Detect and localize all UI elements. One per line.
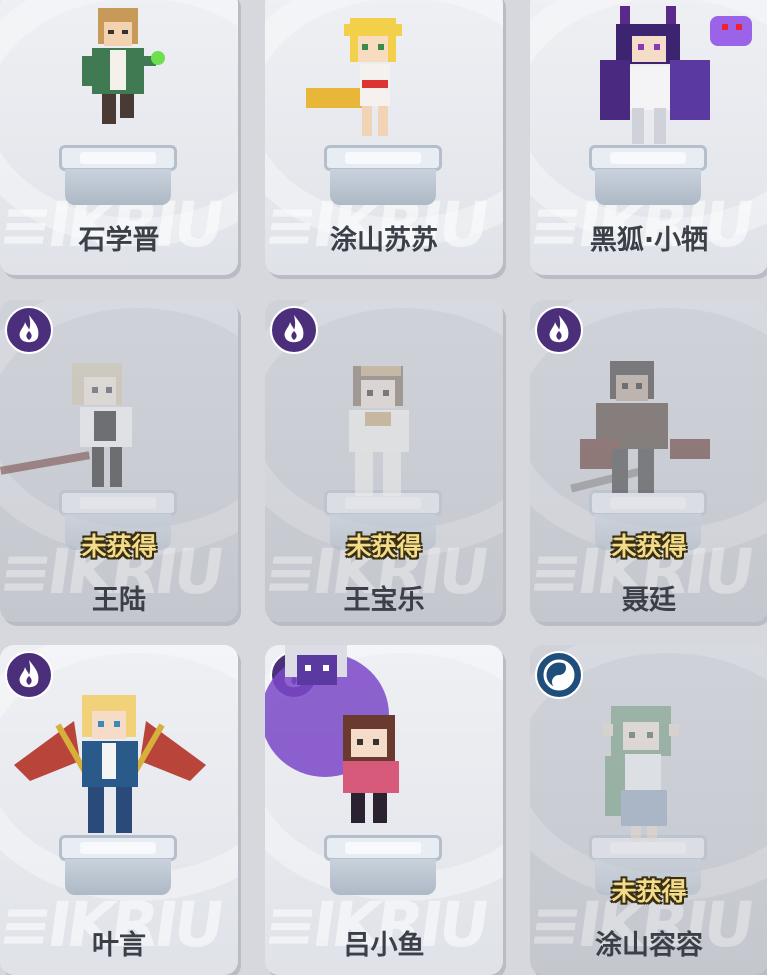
- character-name: 王宝乐: [343, 585, 425, 616]
- fire-icon: [535, 306, 583, 354]
- character-name: 叶言: [92, 930, 146, 961]
- locked-label: 未获得: [611, 532, 687, 561]
- fire-icon: [5, 306, 53, 354]
- water-icon: [535, 651, 583, 699]
- character-name: 黑狐·小牺: [589, 225, 709, 256]
- character-card-heihu-xiaoxi[interactable]: ≡IKRIU 黑狐·小牺: [530, 0, 767, 275]
- character-grid: ≡IKRIU 石学晋 ≡IKRIU 涂山苏苏 ≡IKRIU 黑狐·小牺 ≡IKR…: [0, 0, 767, 975]
- locked-label: 未获得: [346, 532, 422, 561]
- character-card-shixuejin[interactable]: ≡IKRIU 石学晋: [0, 0, 238, 275]
- character-name: 涂山容容: [595, 930, 703, 961]
- character-sprite: [600, 6, 752, 144]
- character-sprite: [603, 706, 679, 842]
- character-sprite: [265, 645, 399, 823]
- character-card-lvxiaoyu[interactable]: ≡IKRIU 吕小鱼: [265, 645, 503, 975]
- character-card-tushansusu[interactable]: ≡IKRIU 涂山苏苏: [265, 0, 503, 275]
- character-name: 涂山苏苏: [330, 225, 438, 256]
- locked-label: 未获得: [81, 532, 157, 561]
- character-card-wangbaole[interactable]: ≡IKRIU 未获得 王宝乐: [265, 300, 503, 622]
- character-sprite: [349, 366, 409, 496]
- character-card-yeyan[interactable]: ≡IKRIU 叶言: [0, 645, 238, 975]
- character-name: 吕小鱼: [343, 930, 425, 961]
- character-sprite: [306, 18, 402, 136]
- fire-icon: [270, 306, 318, 354]
- character-sprite: [570, 361, 710, 493]
- character-sprite: [14, 695, 206, 833]
- character-card-wanglu[interactable]: ≡IKRIU 未获得 王陆: [0, 300, 238, 622]
- character-sprite: [82, 8, 165, 124]
- locked-label: 未获得: [611, 877, 687, 906]
- character-card-nieting[interactable]: ≡IKRIU 未获得 聂廷: [530, 300, 767, 622]
- pedestal: [59, 145, 177, 205]
- character-name: 王陆: [92, 585, 146, 616]
- character-sprite: [0, 363, 132, 487]
- character-name: 石学晋: [78, 225, 160, 256]
- character-name: 聂廷: [622, 585, 676, 616]
- pedestal: [324, 835, 442, 895]
- character-card-tushanrongrong[interactable]: ≡IKRIU 未获得 涂山容容: [530, 645, 767, 975]
- pedestal: [324, 145, 442, 205]
